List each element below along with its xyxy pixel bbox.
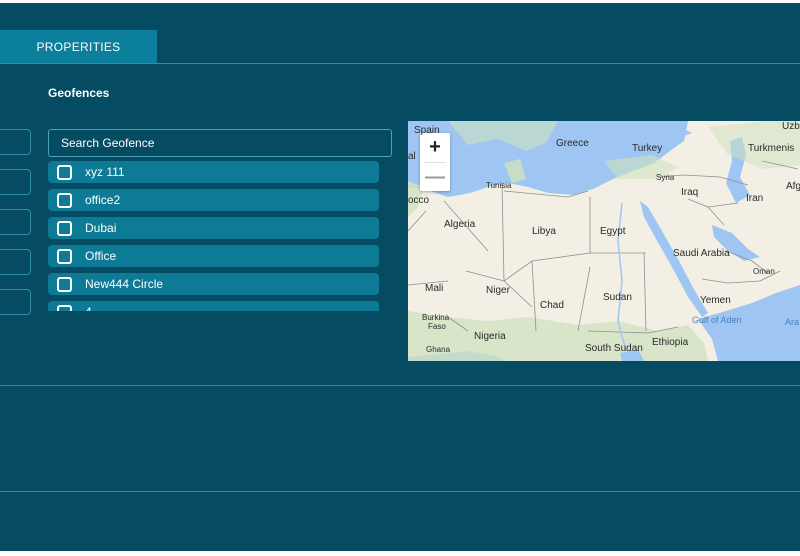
map-label-burkina-faso-2: Faso <box>428 322 446 331</box>
checkbox[interactable] <box>57 164 72 180</box>
map-label-oman: Oman <box>753 267 775 276</box>
checkbox[interactable] <box>57 248 72 264</box>
map-label-syria: Syria <box>656 173 675 182</box>
geofence-label: 4 <box>85 305 92 311</box>
map-label-egypt: Egypt <box>600 226 626 237</box>
list-item[interactable]: xyz 111 <box>48 161 379 183</box>
left-panel-field[interactable] <box>0 249 31 275</box>
geofences-title: Geofences <box>48 86 110 100</box>
map-label-morocco: occo <box>408 195 430 206</box>
geofence-list[interactable]: xyz 111 office2 Dubai Office New444 Circ… <box>48 161 380 311</box>
left-panel-field[interactable] <box>0 209 31 235</box>
map-label-tunisia: Tunisia <box>486 181 512 190</box>
map-label-ethiopia: Ethiopia <box>652 337 689 348</box>
list-item[interactable]: office2 <box>48 189 379 211</box>
geofence-label: Dubai <box>85 221 117 235</box>
map-label-turkey: Turkey <box>632 143 663 154</box>
map-label-iraq: Iraq <box>681 187 699 198</box>
properties-panel: PROPERITIES Geofences xyz 111 office2 Du… <box>0 3 800 551</box>
map-label-spain: Spain <box>414 125 440 136</box>
map-label-iran: Iran <box>746 193 764 204</box>
tab-underline <box>0 63 800 64</box>
checkbox[interactable] <box>57 304 72 311</box>
zoom-in-button[interactable]: + <box>420 133 450 161</box>
geofence-label: xyz 111 <box>85 165 125 179</box>
tab-label: PROPERITIES <box>36 39 121 54</box>
map-label-al: al <box>408 151 416 162</box>
map-label-libya: Libya <box>532 226 556 237</box>
map-label-burkina-faso-1: Burkina <box>422 313 450 322</box>
map-label-sudan: Sudan <box>603 292 632 303</box>
left-panel-field[interactable] <box>0 289 31 315</box>
map-label-saudi-arabia: Saudi Arabia <box>673 248 730 259</box>
map-label-chad: Chad <box>540 300 564 311</box>
geofence-label: office2 <box>85 193 121 207</box>
list-item[interactable]: Dubai <box>48 217 379 239</box>
map-label-south-sudan: South Sudan <box>585 343 643 354</box>
map-label-afghanistan: Afg <box>786 181 800 192</box>
section-divider <box>0 491 800 492</box>
checkbox[interactable] <box>57 220 72 236</box>
geofence-label: Office <box>85 249 117 263</box>
map-label-yemen: Yemen <box>700 295 731 306</box>
left-panel-field[interactable] <box>0 169 31 195</box>
zoom-out-button[interactable]: — <box>420 163 450 191</box>
zoom-control: + — <box>420 133 450 191</box>
map-label-nigeria: Nigeria <box>474 331 506 342</box>
map-label-algeria: Algeria <box>444 219 476 230</box>
map-label-mali: Mali <box>425 283 444 294</box>
checkbox[interactable] <box>57 276 72 292</box>
tab-properities[interactable]: PROPERITIES <box>0 30 157 63</box>
map-label-greece: Greece <box>556 138 589 149</box>
map-tiles <box>408 121 800 361</box>
geofence-label: New444 Circle <box>85 277 164 291</box>
map-label-turkmenistan: Turkmenis <box>748 143 795 154</box>
map-label-uzbekistan: Uzb <box>782 121 800 132</box>
left-panel-field[interactable] <box>0 129 31 155</box>
list-item[interactable]: New444 Circle <box>48 273 379 295</box>
geofence-map[interactable]: + — Spain Greece Turkey Turkmenis Uzb Af… <box>408 121 800 361</box>
map-label-arabian-sea: Ara <box>785 317 800 327</box>
checkbox[interactable] <box>57 192 72 208</box>
list-item[interactable]: 4 <box>48 301 379 311</box>
section-divider <box>0 385 800 386</box>
list-item[interactable]: Office <box>48 245 379 267</box>
map-label-ghana: Ghana <box>426 345 451 354</box>
search-geofence-input[interactable] <box>48 129 392 157</box>
map-label-niger: Niger <box>486 285 510 296</box>
map-label-gulf-of-aden: Gulf of Aden <box>692 315 742 325</box>
